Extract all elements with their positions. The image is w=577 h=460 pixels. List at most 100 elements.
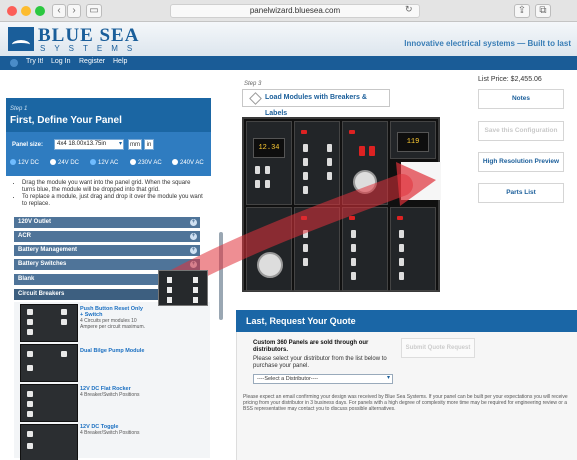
quote-text: Please select your distributor from the … [253,356,387,369]
module-thumbnail[interactable] [20,424,78,460]
logo-mark[interactable] [8,27,34,51]
category-label: Circuit Breakers [18,291,65,297]
module-item[interactable]: Dual Bilge Pump Module [80,348,146,354]
grid-cell[interactable] [342,121,388,205]
dragged-module[interactable] [158,270,208,306]
checkbox-icon[interactable] [130,159,136,165]
panel-size-label: Panel size: [12,142,44,148]
module-item[interactable]: 12V DC Flat Rocker 4 Breaker/Switch Posit… [80,386,146,398]
grid-cell[interactable] [390,207,436,291]
grid-cell[interactable] [294,207,340,291]
plus-icon[interactable]: + [190,219,197,226]
load-modules-button[interactable]: Load Modules with Breakers & Labels [242,89,390,117]
back-icon[interactable]: ‹ [52,4,66,18]
nav-log-in[interactable]: Log In [51,58,70,65]
forward-icon[interactable]: › [67,4,81,18]
instruction-item: To replace a module, just drag and drop … [22,194,204,208]
save-configuration-button[interactable]: Save this Configuration [478,121,564,141]
checkbox-icon[interactable] [172,159,178,165]
category-label: Battery Management [18,247,78,253]
checkbox-icon[interactable] [50,159,56,165]
distributor-select[interactable]: ----Select a Distributor---- [253,374,393,384]
parts-list-button[interactable]: Parts List [478,183,564,203]
load-modules-label: Load Modules with Breakers & Labels [265,94,367,117]
high-resolution-preview-button[interactable]: High Resolution Preview [478,152,564,172]
gauge-icon [353,170,377,194]
voltage-24v-dc[interactable]: 24V DC [50,159,79,166]
voltage-230v-ac[interactable]: 230V AC [130,159,162,166]
nav-register[interactable]: Register [79,58,105,65]
module-desc: 4 Breaker/Switch Positions [80,430,140,436]
main-nav: Try It! Log In Register Help [0,56,577,70]
drop-target-slot[interactable] [401,162,441,200]
grid-cell[interactable] [294,121,340,205]
voltage-label: 12V DC [18,160,40,166]
module-thumbnail[interactable] [20,344,78,382]
quote-panel: Custom 360 Panels are sold through our d… [236,332,577,460]
address-bar[interactable]: panelwizard.bluesea.com [170,4,420,18]
panel-size-select[interactable]: 4x4 18.00x13.75in [54,139,124,150]
notes-button[interactable]: Notes [478,89,564,109]
category-acr[interactable]: ACR + [14,231,200,242]
plus-icon[interactable]: + [190,233,197,240]
module-item[interactable]: 12V DC Toggle 4 Breaker/Switch Positions [80,424,146,436]
zoom-window-button[interactable] [35,6,45,16]
page: ‹ › ▭ panelwizard.bluesea.com ↻ ⇪ ⧉ BLUE… [0,0,577,460]
voltage-240v-ac[interactable]: 240V AC [172,159,204,166]
grid-cell[interactable] [342,207,388,291]
category-120v-outlet[interactable]: 120V Outlet + [14,217,200,228]
module-item[interactable]: Push Button Reset Only + Switch 4 Circuit… [80,306,146,330]
tagline: Innovative electrical systems — Built to… [404,39,571,48]
meter-display: 12.34 [253,138,285,158]
step1-title: First, Define Your Panel [10,115,122,126]
voltage-label: 240V AC [180,160,204,166]
logo-subtext: SYSTEMS [40,44,142,53]
instruction-item: Drag the module you want into the panel … [22,180,204,194]
sidebar-icon[interactable]: ▭ [86,4,102,18]
category-label: 120V Outlet [18,219,52,225]
grid-cell[interactable]: 119 [390,121,436,159]
module-name: Push Button Reset Only + Switch [80,306,143,318]
module-thumbnail[interactable] [20,384,78,422]
module-list-scrollbar[interactable] [219,232,223,320]
plus-icon[interactable]: + [190,247,197,254]
category-label: Blank [18,276,35,282]
nav-help[interactable]: Help [113,58,127,65]
category-battery-switches[interactable]: Battery Switches + [14,259,200,270]
module-desc: 4 Circuits per modules 10 Ampere per cir… [80,318,146,330]
module-desc: 4 Breaker/Switch Positions [80,392,140,398]
step1-header: Step 1 First, Define Your Panel [6,98,211,132]
panel-grid[interactable]: 12.34 119 [242,117,440,292]
category-battery-management[interactable]: Battery Management + [14,245,200,256]
unit-in-button[interactable]: in [144,139,154,150]
share-icon[interactable]: ⇪ [514,4,530,18]
gauge-icon [257,252,283,278]
voltage-label: 230V AC [138,160,162,166]
grid-cell[interactable] [246,207,292,291]
module-list: Push Button Reset Only + Switch 4 Circuit… [14,302,210,460]
voltage-label: 12V AC [98,160,119,166]
panel-size-row: Panel size: 4x4 18.00x13.75in mm in 12V … [6,132,211,176]
wrench-icon [249,92,262,105]
voltage-12v-dc[interactable]: 12V DC [10,159,39,166]
quote-title: Last, Request Your Quote [236,310,577,332]
checkbox-icon[interactable] [10,159,16,165]
site-header: BLUE SEA SYSTEMS Innovative electrical s… [0,22,577,56]
minimize-window-button[interactable] [21,6,31,16]
plus-icon[interactable]: + [190,261,197,268]
unit-mm-button[interactable]: mm [128,139,142,150]
nav-try-it[interactable]: Try It! [26,58,44,65]
globe-icon [10,59,18,67]
submit-quote-button[interactable]: Submit Quote Request [401,338,475,358]
reload-icon[interactable]: ↻ [405,4,413,15]
grid-cell[interactable]: 12.34 [246,121,292,205]
voltage-12v-ac[interactable]: 12V AC [90,159,118,166]
checkbox-icon[interactable] [90,159,96,165]
category-label: ACR [18,233,31,239]
category-label: Battery Switches [18,261,67,267]
close-window-button[interactable] [7,6,17,16]
tabs-icon[interactable]: ⧉ [535,4,551,18]
module-thumbnail[interactable] [20,304,78,342]
list-price: List Price: $2,455.06 [478,76,542,83]
quote-footer: Please expect an email confirming your d… [243,394,568,412]
